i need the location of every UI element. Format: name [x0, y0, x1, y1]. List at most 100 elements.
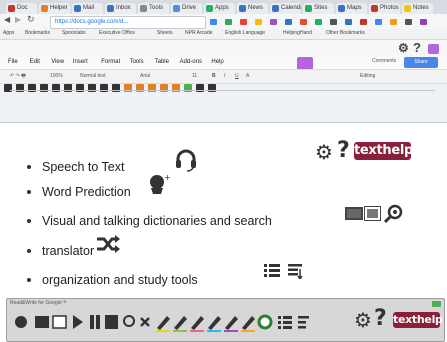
extension-icon[interactable] [210, 19, 217, 25]
browser-tab[interactable]: Apps [204, 3, 235, 14]
highlighter-color[interactable] [241, 330, 255, 332]
highlighter-icon[interactable] [174, 316, 187, 330]
share-button[interactable]: Share [404, 57, 438, 68]
zoom-select[interactable]: 100% [50, 73, 63, 79]
browser-tab[interactable]: Drive [171, 3, 202, 14]
browser-tab[interactable]: Photos [369, 3, 400, 14]
browser-tab[interactable]: Inbox [105, 3, 136, 14]
bookmark-item[interactable]: English Language [225, 30, 265, 36]
menu-item-view[interactable]: View [51, 59, 64, 65]
highlighter-icon[interactable] [225, 316, 238, 330]
browser-tab[interactable]: Notes [402, 3, 433, 14]
bookmark-item[interactable]: Executive Office [99, 30, 135, 36]
extension-icon[interactable] [285, 19, 292, 25]
extension-icon[interactable] [345, 19, 352, 25]
stop-icon[interactable] [105, 315, 118, 329]
bookmark-item[interactable]: Apps [3, 30, 14, 36]
pause-icon[interactable] [96, 315, 100, 329]
extension-icon[interactable] [225, 19, 232, 25]
extension-icon[interactable] [300, 19, 307, 25]
extension-icon[interactable] [420, 19, 427, 25]
highlighter-color[interactable] [207, 330, 221, 332]
extension-icon[interactable] [390, 19, 397, 25]
italic-icon[interactable]: I [224, 73, 225, 79]
highlighter-icon[interactable] [157, 316, 170, 330]
browser-tab[interactable]: Mail [72, 3, 103, 14]
text-color-icon[interactable]: A [246, 73, 249, 79]
highlights-list-icon[interactable] [283, 316, 292, 319]
extension-icon[interactable] [360, 19, 367, 25]
translator-icon[interactable] [140, 317, 150, 327]
menu-item-edit[interactable]: Edit [30, 59, 40, 65]
bookmark-item[interactable]: HelpingHand [283, 30, 312, 36]
highlighter-color[interactable] [173, 330, 187, 332]
toolbar-help-icon[interactable]: ? [374, 306, 387, 331]
highlighter-icon[interactable] [242, 316, 255, 330]
search-icon[interactable] [123, 315, 135, 327]
browser-tab[interactable]: Doc [6, 3, 37, 14]
menu-item-tools[interactable]: Tools [130, 59, 144, 65]
toolbar-settings-icon[interactable]: ⚙ [354, 308, 372, 332]
reload-icon[interactable]: ↻ [27, 14, 35, 25]
play-icon[interactable] [73, 315, 83, 329]
feature-item-dictionary: Visual and talking dictionaries and sear… [27, 214, 272, 228]
bold-icon[interactable]: B [212, 73, 216, 79]
vocabulary-icon[interactable] [298, 321, 306, 324]
highlights-list-icon[interactable] [278, 326, 281, 329]
menu-item-addons[interactable]: Add-ons [180, 59, 202, 65]
highlights-list-icon[interactable] [283, 326, 292, 329]
browser-tab[interactable]: Maps [336, 3, 367, 14]
picture-dictionary-icon[interactable] [52, 315, 67, 329]
vocabulary-icon[interactable] [298, 326, 306, 329]
browser-tab[interactable]: Helper [39, 3, 70, 14]
highlighter-color[interactable] [156, 330, 170, 332]
highlights-list-icon[interactable] [278, 316, 281, 319]
menu-item-file[interactable]: File [8, 59, 18, 65]
clear-highlights-icon[interactable] [257, 314, 273, 330]
browser-tab[interactable]: Sites [303, 3, 334, 14]
bookmark-item[interactable]: Sheets [157, 30, 173, 36]
back-icon[interactable]: ◀ [4, 15, 10, 24]
extension-icon[interactable] [315, 19, 322, 25]
menu-item-table[interactable]: Table [155, 59, 169, 65]
comments-button[interactable]: Comments [372, 58, 396, 64]
extension-icon[interactable] [270, 19, 277, 25]
extension-icon[interactable] [375, 19, 382, 25]
addon-badge[interactable] [428, 44, 439, 54]
vocabulary-icon[interactable] [298, 316, 309, 319]
pause-icon[interactable] [90, 315, 94, 329]
bookmark-item[interactable]: NPR Arcade [185, 30, 213, 36]
highlights-list-icon[interactable] [278, 321, 281, 324]
extension-icon[interactable] [240, 19, 247, 25]
help-icon[interactable]: ? [413, 40, 421, 55]
extension-icon[interactable] [255, 19, 262, 25]
menu-item-help[interactable]: Help [211, 59, 223, 65]
browser-tab[interactable]: Tools [138, 3, 169, 14]
editing-mode[interactable]: Editing [360, 73, 375, 79]
settings-icon[interactable]: ⚙ [398, 41, 409, 55]
highlighter-color[interactable] [224, 330, 238, 332]
highlights-list-icon[interactable] [283, 321, 292, 324]
size-select[interactable]: 11 [192, 73, 197, 79]
underline-icon[interactable]: U [235, 73, 239, 79]
address-input[interactable]: https://docs.google.com/d... [50, 16, 206, 29]
forward-icon[interactable]: ▶ [15, 15, 21, 24]
extension-icon[interactable] [330, 19, 337, 25]
highlighter-color[interactable] [190, 330, 204, 332]
bookmark-item[interactable]: Spoonlabs [62, 30, 86, 36]
style-select[interactable]: Normal text [80, 73, 106, 79]
menu-item-insert[interactable]: Insert [73, 59, 88, 65]
extension-icon[interactable] [405, 19, 412, 25]
highlighter-icon[interactable] [208, 316, 221, 330]
browser-tab[interactable]: News [237, 3, 268, 14]
toolbar-texthelp-logo[interactable]: texthelp [393, 312, 443, 328]
browser-tab[interactable]: Calendar [270, 3, 301, 14]
undo-icon[interactable]: ↶ ↷ 🖶 [10, 73, 26, 81]
bookmark-item[interactable]: Other Bookmarks [326, 30, 365, 36]
dictionary-icon[interactable] [35, 316, 49, 328]
highlighter-icon[interactable] [191, 316, 204, 330]
menu-item-format[interactable]: Format [101, 59, 120, 65]
prediction-icon[interactable] [15, 316, 27, 328]
font-select[interactable]: Arial [140, 73, 150, 79]
bookmark-item[interactable]: Bookmarks [25, 30, 50, 36]
